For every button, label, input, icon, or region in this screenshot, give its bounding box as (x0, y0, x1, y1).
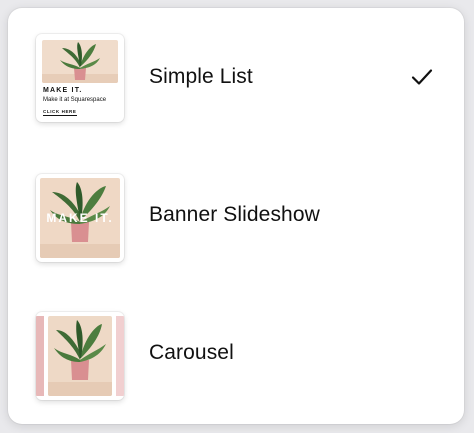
plant-image: MAKE IT. (40, 178, 120, 258)
option-simple-list[interactable]: MAKE IT. Make it at Squarespace CLICK HE… (8, 8, 464, 146)
option-carousel[interactable]: Carousel (8, 284, 464, 422)
simple-list-thumbnail: MAKE IT. Make it at Squarespace CLICK HE… (36, 34, 124, 122)
banner-title: MAKE IT. (46, 211, 114, 225)
banner-slideshow-thumbnail: MAKE IT. (36, 174, 124, 262)
carousel-prev-slide (36, 316, 44, 396)
option-label: Banner Slideshow (149, 203, 320, 226)
carousel-thumbnail (36, 312, 124, 400)
plant-image (42, 40, 118, 83)
option-banner-slideshow[interactable]: MAKE IT. Banner Slideshow (8, 146, 464, 284)
option-label: Carousel (149, 341, 234, 364)
carousel-next-slide (116, 316, 124, 396)
plant-image (48, 316, 112, 396)
check-icon (411, 69, 433, 85)
thumbnail-subtitle: Make it at Squarespace (43, 97, 107, 103)
thumbnail-title: MAKE IT. (43, 87, 83, 94)
option-label: Simple List (149, 65, 253, 88)
thumbnail-link: CLICK HERE (43, 109, 77, 116)
layout-picker-panel: MAKE IT. Make it at Squarespace CLICK HE… (8, 8, 464, 424)
